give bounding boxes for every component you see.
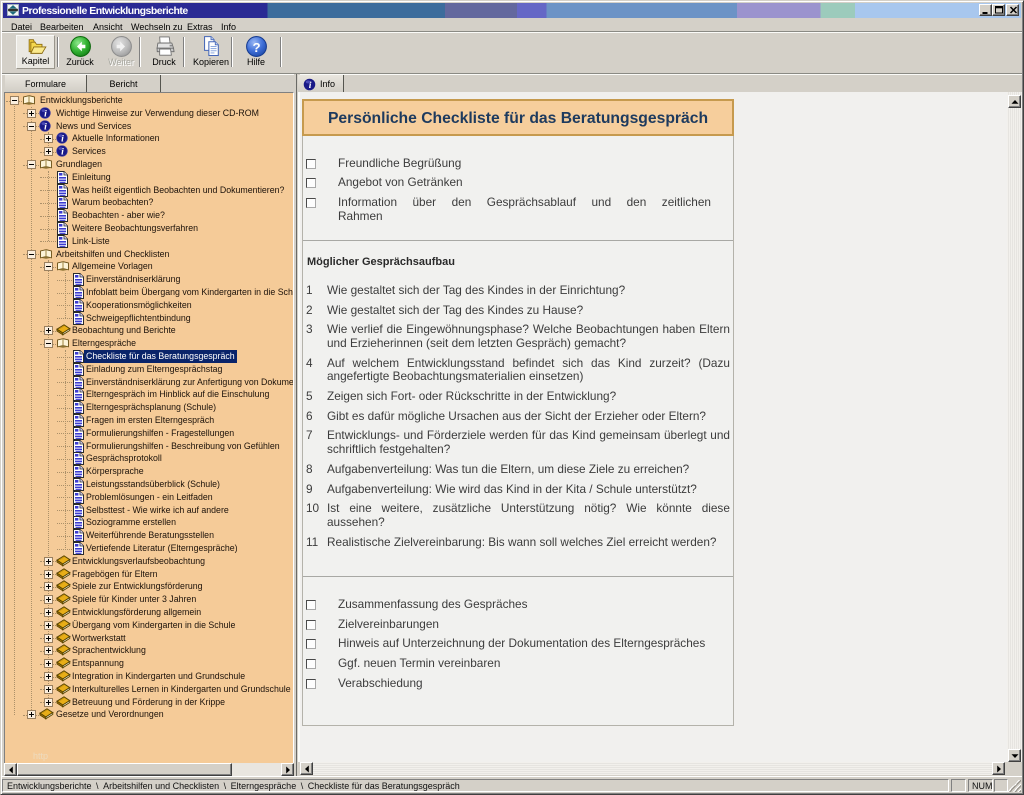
svg-text:i: i xyxy=(44,108,47,118)
svg-text:i: i xyxy=(44,121,47,131)
svg-text:i: i xyxy=(61,147,64,157)
svg-text:i: i xyxy=(309,80,312,91)
svg-text:i: i xyxy=(61,134,64,144)
svg-text:?: ? xyxy=(252,40,260,55)
